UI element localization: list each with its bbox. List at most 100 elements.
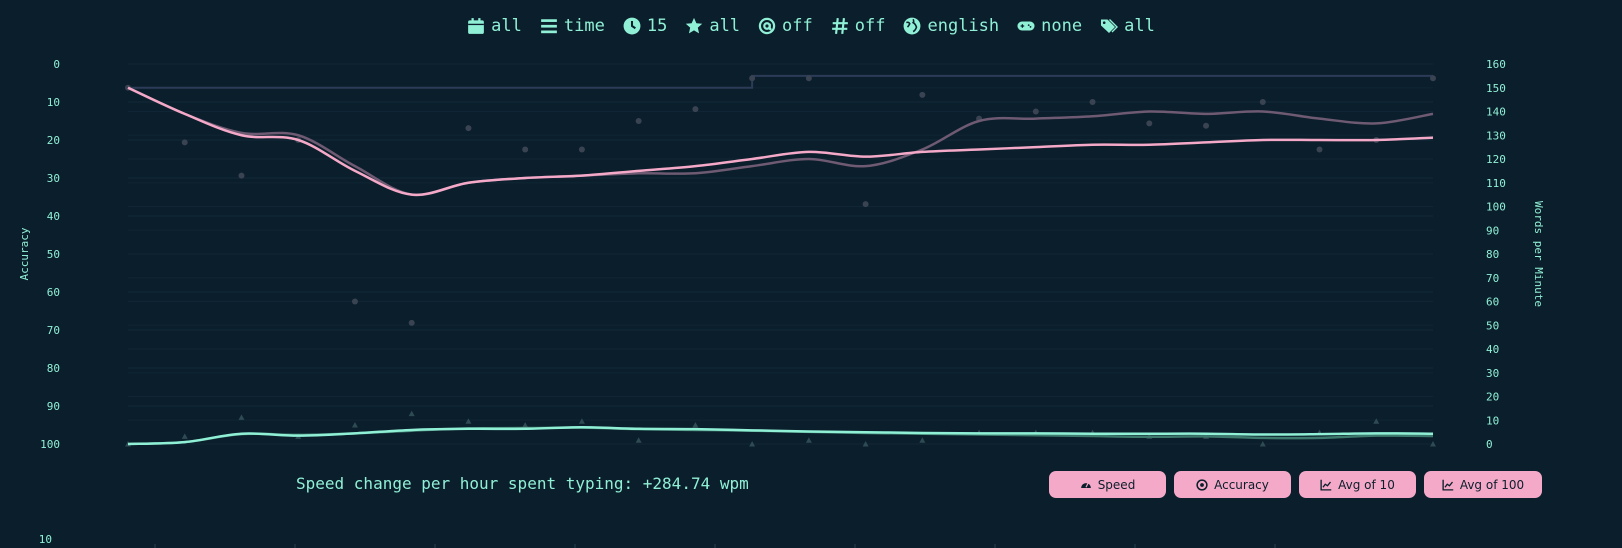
wpm-point <box>635 118 642 124</box>
y-right-tick-label: 60 <box>1486 296 1499 309</box>
chart-toggle-buttons: Speed Accuracy Avg of 10 Avg of 100 <box>1049 471 1542 498</box>
accuracy-point <box>1373 418 1380 424</box>
speed-change-text: Speed change per hour spent typing: +284… <box>296 474 749 493</box>
speed-button[interactable]: Speed <box>1049 471 1166 498</box>
history-chart: 0 10 20 30 40 50 60 70 80 90 100 0 10 20 30 40 50 60 70 80 9… <box>18 58 1545 451</box>
at-icon <box>758 17 776 35</box>
gamepad-icon <box>1017 21 1035 31</box>
filter-label: none <box>1041 16 1083 36</box>
wpm-point <box>465 125 472 132</box>
y-right-tick-label: 30 <box>1486 367 1499 380</box>
y-right-tick-label: 80 <box>1486 248 1499 261</box>
wpm-point <box>578 146 585 153</box>
wpm-point <box>181 139 188 146</box>
accuracy-point <box>805 437 812 443</box>
y-left-axis-title: Accuracy <box>18 227 31 280</box>
filter-date[interactable]: all <box>467 16 522 36</box>
filter-bar: all time 15 all off off english none all <box>0 16 1622 36</box>
accuracy-point <box>351 422 358 428</box>
y-left-tick-label: 10 <box>47 96 60 109</box>
y-right-tick-label: 160 <box>1486 58 1506 71</box>
y-right-tick-label: 50 <box>1486 319 1499 332</box>
line-chart-icon <box>1442 479 1454 491</box>
avg10-button[interactable]: Avg of 10 <box>1299 471 1416 498</box>
filter-label: english <box>927 16 1000 36</box>
filter-tags[interactable]: all <box>1100 16 1155 36</box>
y-left-tick-label: 60 <box>47 286 60 299</box>
y-left-tick-label: 100 <box>40 438 60 451</box>
filter-label: all <box>1124 16 1155 36</box>
y-right-tick-label: 70 <box>1486 272 1499 285</box>
filter-label: 15 <box>646 16 668 36</box>
wpm-point <box>805 75 812 82</box>
accuracy-avg100-line <box>127 426 1434 446</box>
y-left-tick-label: 50 <box>47 248 60 261</box>
wpm-point <box>238 172 245 179</box>
filter-funbox[interactable]: none <box>1017 16 1082 36</box>
y-right-tick-label: 20 <box>1486 391 1499 404</box>
filter-duration[interactable]: 15 <box>623 16 667 36</box>
personal-best-line <box>128 74 1433 89</box>
y-right-tick-label: 120 <box>1486 153 1506 166</box>
avg100-button[interactable]: Avg of 100 <box>1424 471 1542 498</box>
accuracy-point <box>635 437 642 443</box>
avg10-button-label: Avg of 10 <box>1338 477 1395 492</box>
accuracy-point <box>408 410 415 417</box>
accuracy-point <box>919 437 926 443</box>
wpm-point <box>862 201 869 208</box>
star-icon <box>686 17 703 34</box>
y-right-tick-label: 10 <box>1486 414 1499 427</box>
y-right-tick-label: 40 <box>1486 343 1499 356</box>
clock-icon <box>623 17 641 35</box>
accuracy-point <box>692 422 699 428</box>
wpm-point <box>749 75 756 82</box>
filter-mode[interactable]: time <box>540 16 605 36</box>
accuracy-point <box>522 422 529 428</box>
wpm-point <box>1089 99 1096 105</box>
filter-numbers[interactable]: off <box>831 16 886 36</box>
y-right-tick-label: 150 <box>1486 82 1506 95</box>
wpm-point <box>1259 99 1266 105</box>
filter-label: off <box>782 16 813 36</box>
filter-label: all <box>491 16 522 36</box>
accuracy-point <box>578 418 585 424</box>
y-left-tick-label: 70 <box>47 324 60 337</box>
y-right-tick-label: 110 <box>1486 177 1506 190</box>
wpm-point <box>522 146 529 153</box>
hash-icon <box>831 18 848 34</box>
filter-label: time <box>563 16 605 36</box>
y-left-tick-label: 80 <box>47 362 60 375</box>
y-right-tick-label: 140 <box>1486 106 1506 119</box>
wpm-point <box>692 106 699 113</box>
y-left-tick-label: 40 <box>47 210 60 223</box>
tags-icon <box>1101 19 1119 33</box>
activity-chart: 10 <box>39 533 1276 548</box>
filter-label: all <box>709 16 741 36</box>
accuracy-point <box>465 418 472 424</box>
wpm-point <box>1316 146 1323 153</box>
y-left-tick-label: 0 <box>53 58 60 71</box>
wpm-point <box>1430 75 1436 82</box>
gauge-icon <box>1080 481 1091 488</box>
wpm-point <box>919 91 926 98</box>
wpm-point <box>1146 120 1153 127</box>
accuracy-point <box>238 414 245 420</box>
accuracy-button[interactable]: Accuracy <box>1174 471 1291 498</box>
y-left-tick-label: 30 <box>47 172 60 185</box>
filter-language[interactable]: english <box>903 16 999 36</box>
wpm-avg100-line <box>127 86 1434 197</box>
speed-button-label: Speed <box>1097 477 1136 492</box>
globe-icon <box>904 17 921 35</box>
y-right-tick-label: 100 <box>1486 201 1506 214</box>
accuracy-button-label: Accuracy <box>1214 477 1269 492</box>
wpm-point <box>351 298 358 305</box>
target-icon <box>1196 478 1208 491</box>
filter-difficulty[interactable]: all <box>685 16 740 36</box>
wpm-point <box>1203 122 1210 129</box>
y-left-tick-label: 90 <box>47 400 60 413</box>
avg100-button-label: Avg of 100 <box>1459 477 1525 492</box>
filter-punctuation[interactable]: off <box>758 16 813 36</box>
calendar-icon <box>468 18 485 34</box>
filter-label: off <box>854 16 886 36</box>
accuracy-point <box>181 433 188 439</box>
